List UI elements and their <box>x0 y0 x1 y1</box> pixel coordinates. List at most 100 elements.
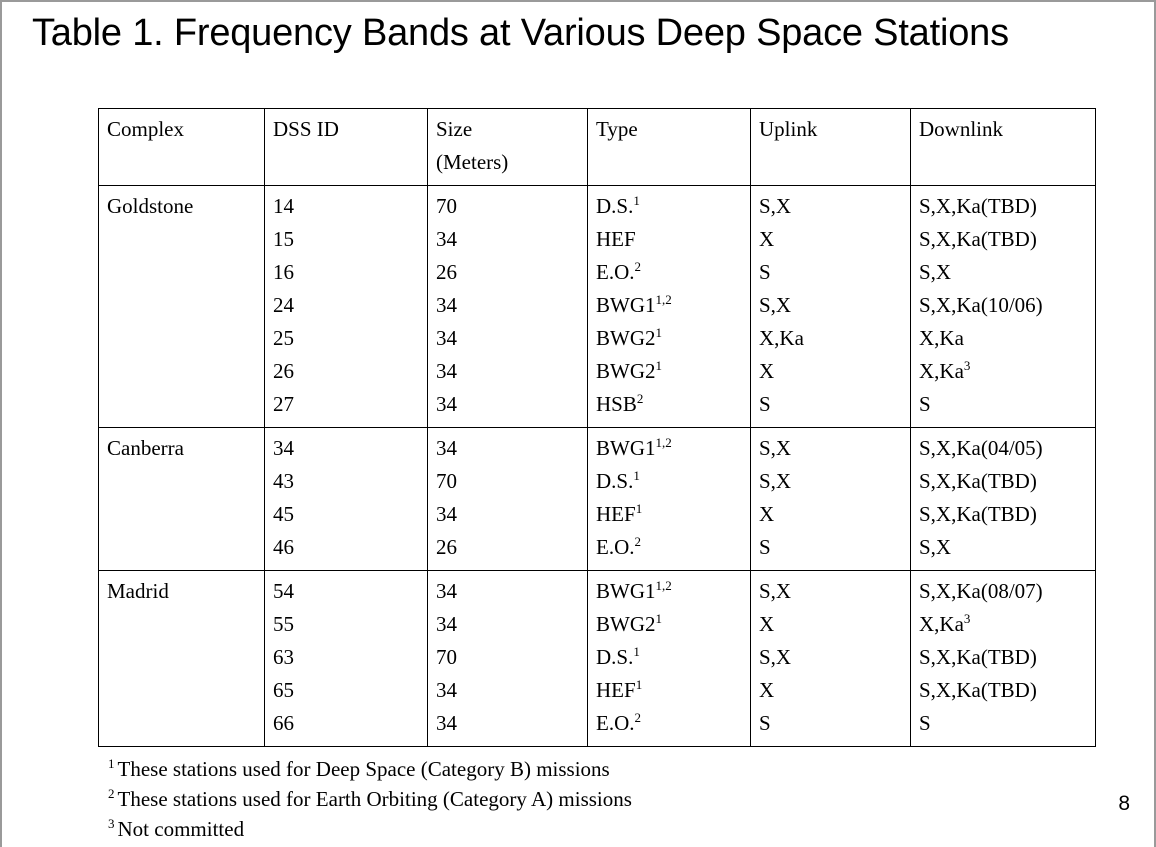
downlink-footnote-marker: 3 <box>963 358 971 373</box>
downlink-value: X,Ka <box>919 326 964 350</box>
cell-uplink: S,X X S S,X X,Ka X S <box>750 185 911 428</box>
cell-downlink: S,X,Ka(08/07) X,Ka3 S,X,Ka(TBD) S,X,Ka(TBD)… <box>910 570 1096 747</box>
type-footnote-marker: 2 <box>634 259 642 274</box>
dss-id-value: 14 <box>273 194 294 218</box>
type-footnote-marker: 2 <box>636 391 644 406</box>
cell-uplink: S,X S,X X S <box>750 427 911 571</box>
dss-id-value: 25 <box>273 326 294 350</box>
dss-id-value: 27 <box>273 392 294 416</box>
downlink-value: S,X,Ka(TBD) <box>919 194 1037 218</box>
cell-complex: Canberra <box>98 427 265 571</box>
uplink-value: S,X <box>759 194 792 218</box>
dss-id-value: 24 <box>273 293 294 317</box>
cell-dss-id: 54 55 63 65 66 <box>264 570 428 747</box>
type-value: HEF1 <box>596 677 643 702</box>
column-header-dss-id: DSS ID <box>264 108 428 186</box>
column-header-dss-id-label: DSS ID <box>273 117 339 141</box>
column-header-downlink-label: Downlink <box>919 117 1003 141</box>
cell-complex: Goldstone <box>98 185 265 428</box>
cell-size: 34 34 70 34 34 <box>427 570 588 747</box>
dss-id-value: 26 <box>273 359 294 383</box>
footnote-text: These stations used for Deep Space (Cate… <box>117 757 610 781</box>
type-footnote-marker: 1 <box>633 644 640 659</box>
uplink-value: S,X <box>759 579 792 603</box>
dss-id-value: 63 <box>273 645 294 669</box>
dss-id-value: 46 <box>273 535 294 559</box>
type-value: HEF <box>596 227 636 251</box>
dss-id-value: 54 <box>273 579 294 603</box>
cell-downlink: S,X,Ka(04/05) S,X,Ka(TBD) S,X,Ka(TBD) S,X <box>910 427 1096 571</box>
type-value: D.S.1 <box>596 644 640 669</box>
size-value: 70 <box>436 194 457 218</box>
dss-id-value: 65 <box>273 678 294 702</box>
downlink-value: X,Ka3 <box>919 358 971 383</box>
type-footnote-marker: 1 <box>655 358 663 373</box>
dss-id-value: 66 <box>273 711 294 735</box>
uplink-value: X <box>759 359 775 383</box>
column-header-size-units: (Meters) <box>436 150 509 174</box>
cell-type: D.S.1 HEF E.O.2 BWG11,2 BWG21 BWG21 HSB2 <box>587 185 751 428</box>
type-value: BWG21 <box>596 611 663 636</box>
type-footnote-marker: 1 <box>655 325 663 340</box>
uplink-value: S,X <box>759 469 792 493</box>
column-header-type: Type <box>587 108 751 186</box>
size-value: 34 <box>436 359 457 383</box>
uplink-value: S,X <box>759 293 792 317</box>
uplink-value: X <box>759 612 775 636</box>
complex-name: Goldstone <box>107 194 194 218</box>
size-value: 26 <box>436 535 457 559</box>
size-value: 34 <box>436 612 457 636</box>
dss-id-value: 55 <box>273 612 294 636</box>
page-title: Table 1. Frequency Bands at Various Deep… <box>32 12 1009 54</box>
uplink-value: S,X <box>759 436 792 460</box>
size-value: 34 <box>436 579 457 603</box>
type-footnote-marker: 2 <box>634 534 642 549</box>
table-header-row: Complex DSS ID Size (Meters) Type Uplink <box>98 108 1096 186</box>
table-body: Goldstone 14 15 16 24 25 26 27 70 34 26 34 34 34 34 D.S… <box>98 185 1096 747</box>
cell-size: 70 34 26 34 34 34 34 <box>427 185 588 428</box>
page-number: 8 <box>1118 792 1130 815</box>
downlink-value: S,X,Ka(TBD) <box>919 502 1037 526</box>
size-value: 26 <box>436 260 457 284</box>
cell-downlink: S,X,Ka(TBD) S,X,Ka(TBD) S,X S,X,Ka(10/06) X,… <box>910 185 1096 428</box>
type-value: E.O.2 <box>596 259 642 284</box>
type-value: D.S.1 <box>596 193 640 218</box>
type-value: E.O.2 <box>596 710 642 735</box>
footnote: 2 These stations used for Earth Orbiting … <box>108 784 632 814</box>
downlink-value: S,X,Ka(10/06) <box>919 293 1043 317</box>
type-footnote-marker: 1 <box>633 193 640 208</box>
footnote-marker: 3 <box>108 816 115 831</box>
cell-size: 34 70 34 26 <box>427 427 588 571</box>
slide-page: Table 1. Frequency Bands at Various Deep… <box>0 0 1156 847</box>
footnote: 1 These stations used for Deep Space (Cat… <box>108 754 632 784</box>
downlink-value: S <box>919 392 931 416</box>
column-header-complex-label: Complex <box>107 117 184 141</box>
table-header: Complex DSS ID Size (Meters) Type Uplink <box>98 108 1096 186</box>
footnote-text: These stations used for Earth Orbiting (… <box>117 787 632 811</box>
cell-uplink: S,X X S,X X S <box>750 570 911 747</box>
size-value: 34 <box>436 293 457 317</box>
downlink-value: S,X,Ka(TBD) <box>919 227 1037 251</box>
column-header-type-label: Type <box>596 117 638 141</box>
uplink-value: S <box>759 535 771 559</box>
type-value: BWG21 <box>596 358 663 383</box>
dss-id-value: 43 <box>273 469 294 493</box>
uplink-value: X,Ka <box>759 326 804 350</box>
downlink-value: S,X,Ka(08/07) <box>919 579 1043 603</box>
type-footnote-marker: 1,2 <box>655 292 672 307</box>
dss-id-value: 16 <box>273 260 294 284</box>
dss-id-value: 45 <box>273 502 294 526</box>
size-value: 34 <box>436 436 457 460</box>
footnotes-block: 1 These stations used for Deep Space (Cat… <box>108 754 632 844</box>
footnote-text: Not committed <box>117 817 245 841</box>
cell-type: BWG11,2 BWG21 D.S.1 HEF1 E.O.2 <box>587 570 751 747</box>
dss-id-value: 15 <box>273 227 294 251</box>
uplink-value: X <box>759 502 775 526</box>
uplink-value: S <box>759 260 771 284</box>
type-footnote-marker: 1 <box>635 677 643 692</box>
uplink-value: X <box>759 678 775 702</box>
column-header-downlink: Downlink <box>910 108 1096 186</box>
type-value: BWG11,2 <box>596 292 672 317</box>
complex-name: Madrid <box>107 579 169 603</box>
type-value: HEF1 <box>596 501 643 526</box>
